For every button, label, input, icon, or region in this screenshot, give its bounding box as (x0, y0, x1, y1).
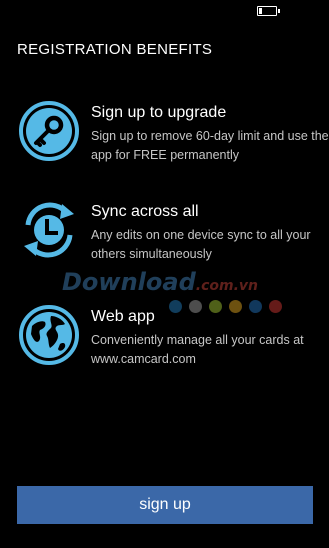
watermark-main: Download (62, 268, 196, 296)
benefit-web-app: Web app Conveniently manage all your car… (18, 304, 326, 374)
benefit-title: Web app (91, 308, 155, 325)
benefit-upgrade: Sign up to upgrade Sign up to remove 60-… (18, 100, 329, 170)
watermark-suffix: .com.vn (195, 278, 258, 294)
sign-up-button[interactable]: sign up (17, 486, 313, 524)
sync-clock-icon (24, 202, 74, 258)
page-title: REGISTRATION BENEFITS (17, 41, 213, 58)
benefit-title: Sync across all (91, 203, 199, 220)
key-icon (19, 101, 79, 161)
battery-level (259, 8, 262, 14)
benefit-description: Any edits on one device sync to all your… (91, 228, 311, 261)
benefit-sync: Sync across all Any edits on one device … (18, 199, 326, 269)
globe-icon (19, 305, 79, 365)
benefit-description: Conveniently manage all your cards at ww… (91, 333, 304, 366)
benefit-title: Sign up to upgrade (91, 104, 227, 121)
battery-icon (257, 6, 280, 16)
watermark-text: Download.com.vn (62, 268, 258, 296)
benefit-description: Sign up to remove 60-day limit and use t… (91, 129, 329, 162)
status-bar (0, 0, 329, 24)
